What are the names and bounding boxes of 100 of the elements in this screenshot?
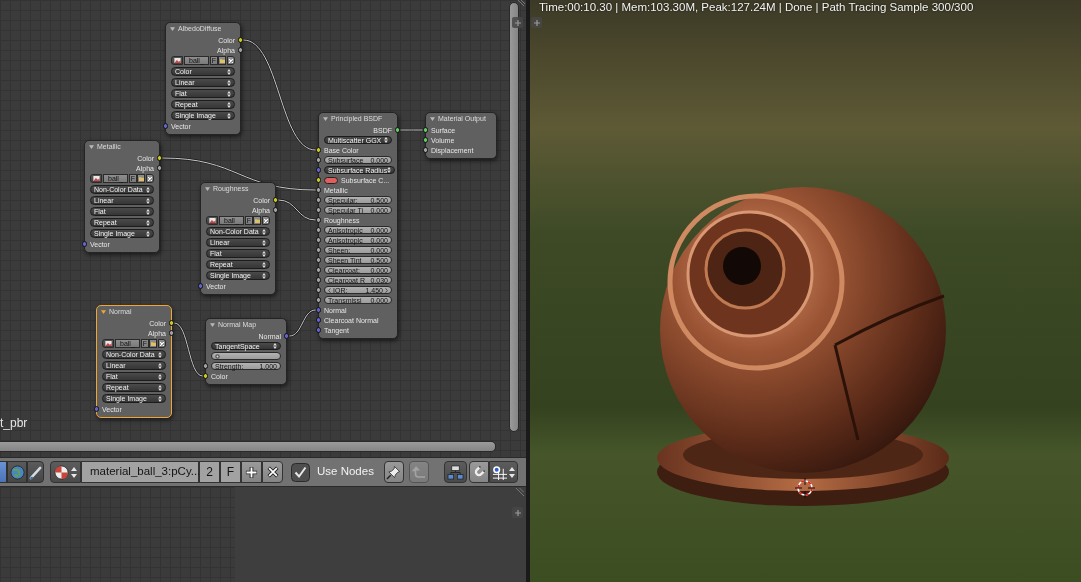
picture-icon (104, 341, 112, 346)
open-image-button[interactable] (253, 216, 262, 225)
updown-arrows-icon (158, 351, 162, 358)
image-browse-button[interactable] (102, 339, 114, 348)
open-image-button[interactable] (218, 56, 227, 65)
plus-icon (514, 19, 521, 26)
picture-icon (173, 58, 181, 63)
horizontal-scrollbar[interactable] (0, 441, 496, 452)
globe-icon (9, 464, 25, 480)
updown-arrows-icon (227, 101, 231, 108)
socket-icon[interactable] (394, 127, 401, 133)
updown-arrows-icon (71, 466, 77, 478)
material-sphere-icon (54, 464, 69, 480)
collapse-triangle-icon[interactable] (101, 309, 106, 314)
picture-icon (92, 176, 100, 181)
image-browse-button[interactable] (206, 216, 218, 225)
node-link[interactable] (173, 321, 204, 378)
picture-icon (208, 218, 216, 223)
corner-grip-icon[interactable] (517, 0, 525, 6)
color-swatch[interactable] (324, 176, 338, 184)
updown-arrows-icon (158, 362, 162, 369)
node-type-tab[interactable] (27, 461, 44, 483)
updown-arrows-icon (273, 343, 277, 349)
updown-arrows-icon (227, 68, 231, 75)
collapse-triangle-icon[interactable] (323, 116, 328, 121)
image-browse-button[interactable] (90, 174, 102, 183)
snap-grid-icon (491, 464, 507, 480)
expand-region-button[interactable] (512, 507, 523, 518)
unlink-image-button[interactable] (146, 174, 154, 183)
use-nodes-checkbox[interactable] (291, 462, 310, 482)
node-link[interactable] (161, 156, 317, 192)
node-tree-icon (446, 464, 464, 480)
material-browse-button[interactable] (50, 461, 81, 483)
collapse-triangle-icon[interactable] (210, 322, 215, 327)
material-name-label: t_pbr (0, 417, 28, 429)
close-icon (160, 341, 164, 346)
plus-icon (514, 509, 521, 516)
close-icon (229, 58, 233, 63)
node-card[interactable] (318, 112, 398, 339)
node-link[interactable] (242, 38, 317, 152)
open-image-button[interactable] (149, 339, 158, 348)
updown-arrows-icon (262, 250, 266, 257)
updown-arrows-icon (262, 261, 266, 268)
crosshair-icon (795, 478, 815, 498)
node-type-tab[interactable] (7, 461, 27, 483)
snap-element-dropdown[interactable] (488, 461, 518, 483)
image-browse-button[interactable] (171, 56, 183, 65)
render-status-text: Time:00:10.30 | Mem:103.30M, Peak:127.24M | Done | Path Tracing Sample 300/300 (539, 0, 974, 14)
updown-arrows-icon (146, 208, 150, 215)
uv-map-field[interactable] (211, 351, 281, 361)
pin-button[interactable] (383, 461, 404, 483)
node-link[interactable] (277, 198, 317, 222)
plus-icon (245, 465, 258, 479)
updown-arrows-icon (262, 239, 266, 246)
updown-arrows-icon (146, 186, 150, 193)
updown-arrows-icon (384, 137, 388, 143)
corner-grip-icon[interactable] (515, 488, 524, 496)
vertical-scrollbar[interactable] (509, 2, 519, 432)
user-count-button[interactable]: 2 (199, 461, 220, 483)
updown-arrows-icon (262, 228, 266, 235)
updown-arrows-icon (227, 79, 231, 86)
updown-arrows-icon (227, 112, 231, 119)
unlink-image-button[interactable] (227, 56, 235, 65)
updown-arrows-icon (146, 219, 150, 226)
collapse-triangle-icon[interactable] (205, 186, 210, 191)
new-material-button[interactable] (241, 461, 262, 483)
updown-arrows-icon (387, 167, 392, 173)
close-icon (266, 466, 279, 478)
folder-icon (150, 341, 156, 346)
brush-icon (28, 464, 43, 480)
snap-toggle-button[interactable] (468, 461, 489, 483)
unlink-material-button[interactable] (262, 461, 283, 483)
folder-icon (219, 58, 225, 63)
updown-arrows-icon (158, 395, 162, 402)
node-tree-button[interactable] (443, 461, 467, 483)
node-link[interactable] (399, 128, 424, 132)
folder-icon (254, 218, 260, 223)
use-nodes-label: Use Nodes (317, 464, 374, 480)
plus-icon (533, 19, 540, 26)
pin-icon (386, 464, 402, 480)
collapse-triangle-icon[interactable] (170, 26, 175, 31)
updown-arrows-icon (227, 90, 231, 97)
folder-icon (138, 176, 144, 181)
fake-user-button[interactable]: F (220, 461, 241, 483)
updown-arrows-icon (158, 373, 162, 380)
close-icon (264, 218, 268, 223)
expand-region-button[interactable] (531, 17, 542, 28)
node-type-tab[interactable] (0, 461, 7, 483)
node-link[interactable] (288, 308, 317, 338)
updown-arrows-icon (146, 197, 150, 204)
collapse-triangle-icon[interactable] (430, 116, 435, 121)
updown-arrows-icon (508, 466, 515, 478)
updown-arrows-icon (158, 384, 162, 391)
open-image-button[interactable] (137, 174, 146, 183)
uv-icon (215, 353, 220, 359)
unlink-image-button[interactable] (158, 339, 166, 348)
expand-region-button[interactable] (512, 17, 523, 28)
unlink-image-button[interactable] (262, 216, 270, 225)
close-icon (148, 176, 152, 181)
collapse-triangle-icon[interactable] (89, 144, 94, 149)
